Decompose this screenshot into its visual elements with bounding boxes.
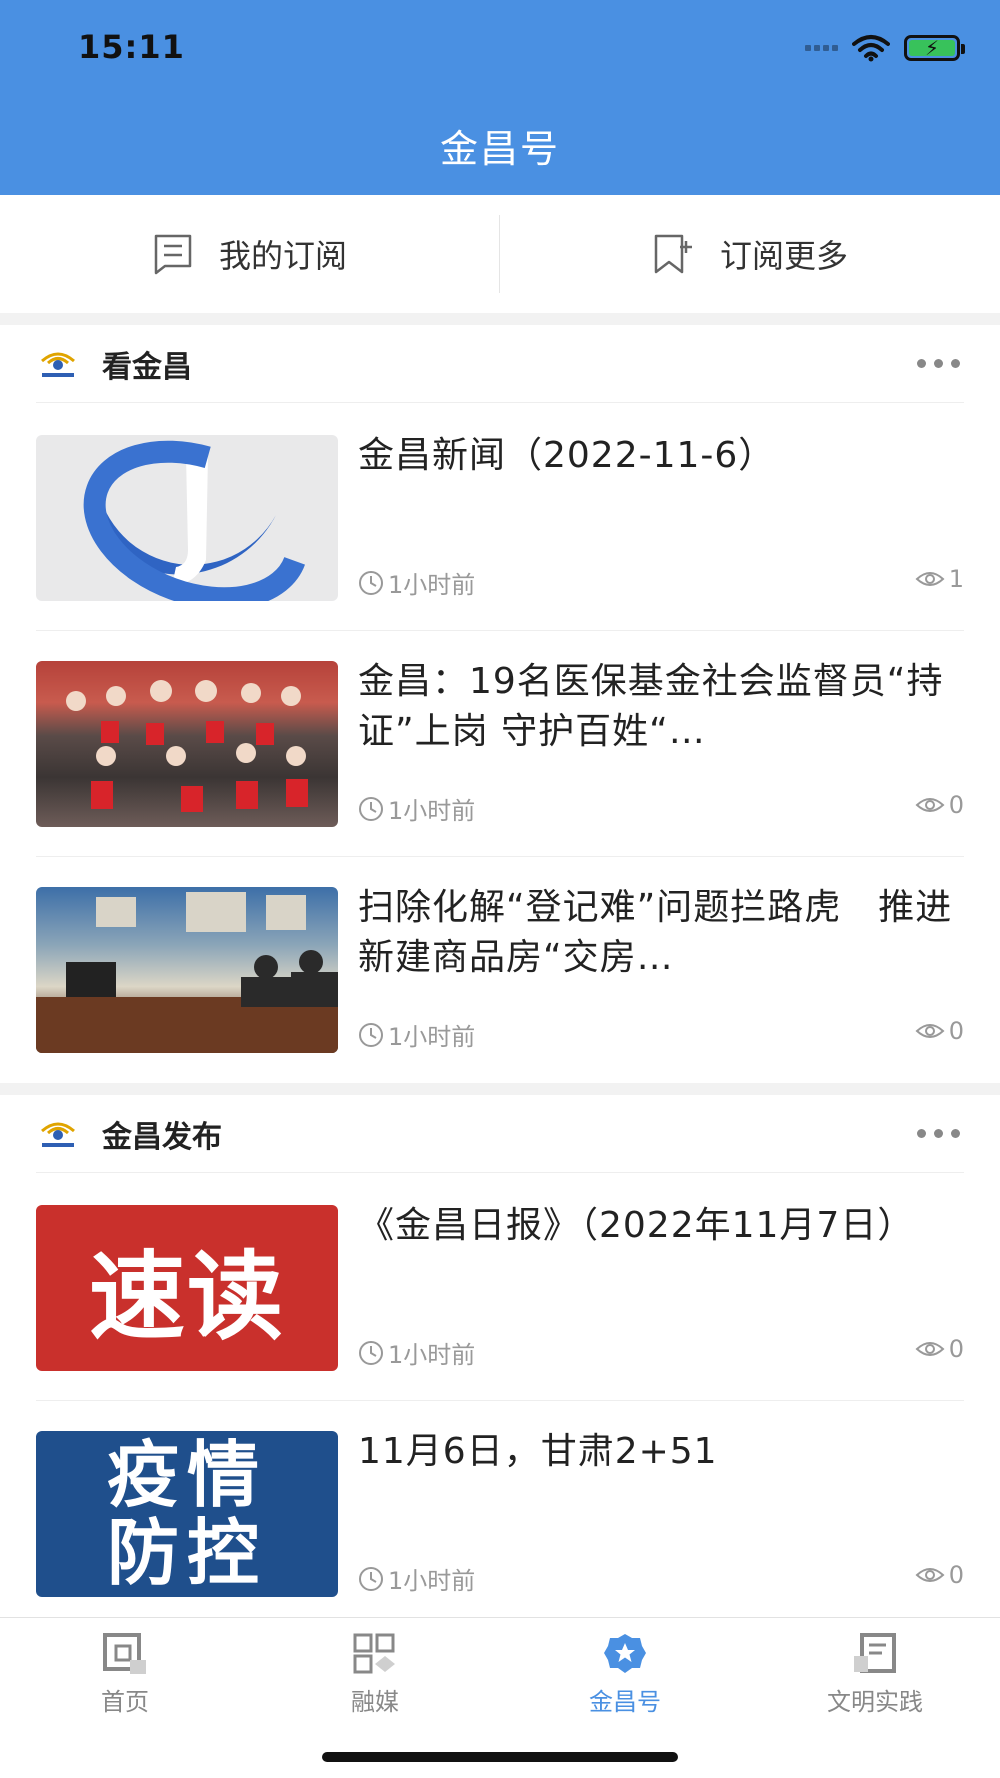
list-doc-icon bbox=[154, 234, 192, 275]
news-thumbnail: 速读 bbox=[36, 1205, 338, 1371]
wifi-icon bbox=[852, 35, 890, 62]
my-subscriptions-label: 我的订阅 bbox=[218, 237, 347, 275]
star-badge-icon bbox=[604, 1634, 646, 1673]
eye-icon bbox=[915, 572, 945, 586]
view-count-text: 1 bbox=[948, 565, 964, 593]
view-count: 0 bbox=[915, 1335, 964, 1363]
news-title: 金昌：19名医保基金社会监督员“持证”上岗 守护百姓“… bbox=[358, 661, 944, 752]
news-item[interactable]: 金昌新闻（2022-11-6） 1小时前 1 bbox=[36, 405, 964, 631]
thumbnail-text: 防控 bbox=[106, 1510, 267, 1595]
publish-time-text: 1小时前 bbox=[388, 1567, 476, 1595]
section-separator bbox=[0, 1083, 1000, 1095]
news-title: 扫除化解“登记难”问题拦路虎 推进新建商品房“交房… bbox=[358, 887, 953, 978]
divider bbox=[499, 215, 500, 293]
more-icon[interactable] bbox=[917, 359, 964, 368]
signal-icon bbox=[805, 45, 838, 51]
section-header-kan-jinchang[interactable]: 看金昌 bbox=[36, 325, 964, 403]
view-count-text: 0 bbox=[948, 1335, 964, 1363]
publish-time-text: 1小时前 bbox=[388, 1341, 476, 1369]
news-title: 金昌新闻（2022-11-6） bbox=[358, 435, 776, 476]
grid-icon bbox=[353, 1633, 395, 1674]
publish-time-text: 1小时前 bbox=[388, 797, 476, 825]
tab-civilization-practice[interactable]: 文明实践 bbox=[750, 1618, 1000, 1778]
eye-icon bbox=[915, 1024, 945, 1038]
clock-icon bbox=[359, 1566, 383, 1591]
clock-icon bbox=[359, 796, 383, 821]
section-title: 金昌发布 bbox=[102, 1119, 222, 1155]
publish-time-text: 1小时前 bbox=[388, 1023, 476, 1051]
publish-time: 1小时前 bbox=[358, 565, 475, 600]
channel-logo-icon bbox=[41, 1122, 75, 1147]
eye-icon bbox=[915, 1568, 945, 1582]
view-count-text: 0 bbox=[948, 791, 964, 819]
view-count: 1 bbox=[915, 565, 964, 593]
tab-label: 首页 bbox=[101, 1688, 149, 1716]
eye-icon bbox=[915, 1342, 945, 1356]
news-thumbnail bbox=[36, 661, 338, 827]
subscribe-more-label: 订阅更多 bbox=[719, 237, 848, 275]
subscribe-more-button[interactable]: 订阅更多 bbox=[500, 195, 1000, 313]
publish-time-text: 1小时前 bbox=[388, 571, 476, 599]
news-item[interactable]: 扫除化解“登记难”问题拦路虎 推进新建商品房“交房… 1小时前 0 bbox=[36, 857, 964, 1083]
eye-icon bbox=[915, 798, 945, 812]
home-icon bbox=[103, 1633, 146, 1674]
section-header-jinchang-fabu[interactable]: 金昌发布 bbox=[36, 1095, 964, 1173]
news-item[interactable]: 速读 《金昌日报》（2022年11月7日） 1小时前 0 bbox=[36, 1175, 964, 1401]
clock-icon bbox=[359, 1022, 383, 1047]
publish-time: 1小时前 bbox=[358, 1017, 475, 1052]
publish-time: 1小时前 bbox=[358, 1561, 475, 1596]
view-count-text: 0 bbox=[948, 1017, 964, 1045]
publish-time: 1小时前 bbox=[358, 1335, 475, 1370]
section-separator bbox=[0, 313, 1000, 325]
view-count: 0 bbox=[915, 1017, 964, 1045]
thumbnail-text: 速读 bbox=[89, 1239, 285, 1353]
tab-label: 文明实践 bbox=[827, 1688, 923, 1716]
thumbnail-text: 疫情 bbox=[106, 1432, 267, 1517]
publish-time: 1小时前 bbox=[358, 791, 475, 826]
app-header: 15:11 ⚡ 金昌号 bbox=[0, 0, 1000, 195]
page-title: 金昌号 bbox=[439, 127, 560, 171]
news-item[interactable]: 金昌：19名医保基金社会监督员“持证”上岗 守护百姓“… 1小时前 0 bbox=[36, 631, 964, 857]
view-count: 0 bbox=[915, 791, 964, 819]
more-icon[interactable] bbox=[917, 1129, 964, 1138]
view-count: 0 bbox=[915, 1561, 964, 1589]
bookmark-add-icon bbox=[654, 234, 692, 274]
my-subscriptions-button[interactable]: 我的订阅 bbox=[0, 195, 500, 313]
home-indicator[interactable] bbox=[322, 1752, 678, 1762]
channel-logo-icon bbox=[41, 352, 75, 377]
status-icons: ⚡ bbox=[805, 34, 965, 62]
tab-home[interactable]: 首页 bbox=[0, 1618, 250, 1778]
news-item[interactable]: 疫情 防控 11月6日，甘肃2+51 1小时前 0 bbox=[36, 1401, 964, 1627]
news-thumbnail bbox=[36, 887, 338, 1053]
news-title: 11月6日，甘肃2+51 bbox=[358, 1431, 718, 1472]
clock-icon bbox=[359, 570, 383, 595]
tab-label: 金昌号 bbox=[589, 1688, 661, 1716]
tab-label: 融媒 bbox=[351, 1688, 399, 1716]
news-title: 《金昌日报》（2022年11月7日） bbox=[358, 1205, 915, 1246]
news-thumbnail bbox=[36, 435, 338, 601]
clock-icon bbox=[359, 1340, 383, 1365]
section-title: 看金昌 bbox=[102, 349, 192, 385]
document-icon bbox=[854, 1633, 896, 1673]
subscribe-bar: 我的订阅 订阅更多 bbox=[0, 195, 1000, 313]
view-count-text: 0 bbox=[948, 1561, 964, 1589]
battery-icon: ⚡ bbox=[904, 35, 965, 61]
news-thumbnail: 疫情 防控 bbox=[36, 1431, 338, 1597]
status-time: 15:11 bbox=[78, 28, 185, 66]
